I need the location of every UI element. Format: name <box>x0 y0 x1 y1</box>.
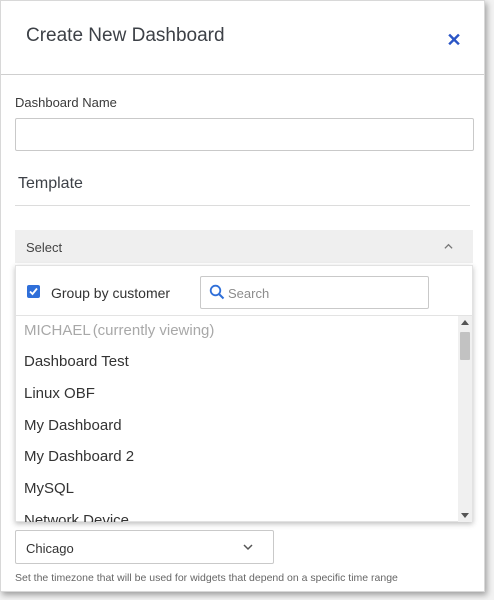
template-select[interactable]: Select <box>15 230 473 263</box>
search-icon <box>209 284 225 300</box>
section-divider <box>15 205 470 206</box>
list-item[interactable]: MySQL <box>24 480 74 497</box>
create-dashboard-dialog: Create New Dashboard ✕ Dashboard Name Te… <box>0 0 485 592</box>
list-item[interactable]: Network Device <box>24 512 129 522</box>
scroll-down-arrow-icon[interactable] <box>461 513 469 518</box>
timezone-value: Chicago <box>26 541 74 556</box>
dialog-title: Create New Dashboard <box>26 25 225 46</box>
chevron-down-icon <box>243 544 253 551</box>
group-header: MICHAEL (currently viewing) <box>24 322 214 339</box>
close-icon[interactable]: ✕ <box>446 31 462 49</box>
template-list: MICHAEL (currently viewing) Dashboard Tes… <box>16 316 459 522</box>
group-header-name: MICHAEL <box>24 322 91 339</box>
template-dropdown-panel: Group by customer Search MICHAEL (current… <box>15 265 473 522</box>
template-select-value: Select <box>26 240 63 255</box>
template-search-input[interactable]: Search <box>200 276 429 309</box>
scrollbar-thumb[interactable] <box>460 332 470 360</box>
template-section-title: Template <box>18 175 83 192</box>
group-by-customer-label[interactable]: Group by customer <box>51 285 170 301</box>
list-scrollbar[interactable] <box>458 316 472 522</box>
timezone-help-text: Set the timezone that will be used for w… <box>15 572 398 584</box>
dashboard-name-label: Dashboard Name <box>15 95 117 110</box>
scroll-up-arrow-icon[interactable] <box>461 320 469 325</box>
list-item[interactable]: My Dashboard 2 <box>24 448 134 465</box>
list-item[interactable]: Dashboard Test <box>24 353 129 370</box>
list-item[interactable]: Linux OBF <box>24 385 95 402</box>
list-item[interactable]: My Dashboard <box>24 417 122 434</box>
group-header-note: (currently viewing) <box>92 322 215 339</box>
dialog-header: Create New Dashboard ✕ <box>1 1 484 75</box>
dashboard-name-input[interactable] <box>15 118 474 151</box>
timezone-select[interactable]: Chicago <box>15 530 274 564</box>
chevron-up-icon <box>444 243 453 249</box>
search-placeholder: Search <box>228 286 270 301</box>
group-by-customer-checkbox[interactable] <box>27 285 40 298</box>
checkmark-icon <box>29 287 38 296</box>
